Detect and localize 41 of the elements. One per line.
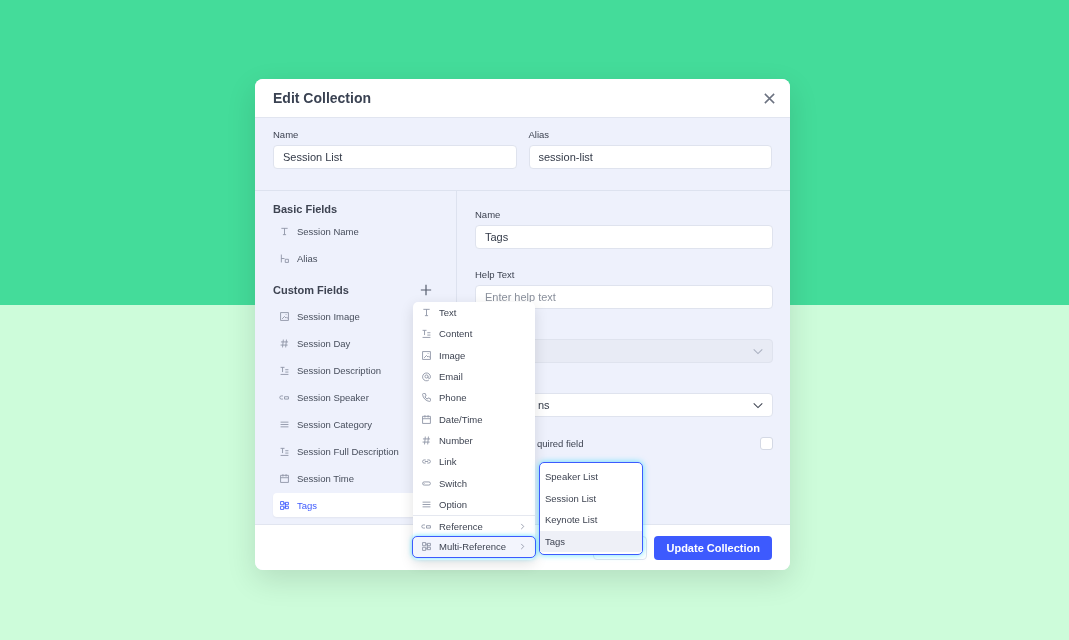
- field-label: Name: [273, 129, 300, 140]
- submenu-item[interactable]: Speaker List: [540, 466, 642, 488]
- close-icon[interactable]: [763, 91, 776, 105]
- required-field-label: quired field: [537, 438, 584, 449]
- submenu-item[interactable]: Session List: [540, 487, 642, 509]
- at-sign-icon: [421, 371, 432, 383]
- image-icon: [421, 349, 432, 361]
- alias-icon: [279, 252, 290, 264]
- required-checkbox[interactable]: [760, 437, 773, 450]
- image-icon: [279, 310, 290, 322]
- menu-item[interactable]: Multi-Reference: [412, 536, 536, 558]
- hash-icon: [421, 434, 432, 446]
- section-heading: Basic Fields: [273, 203, 338, 215]
- section-heading: Custom Fields: [273, 284, 349, 296]
- help-text-input[interactable]: Enter help text: [475, 285, 773, 309]
- letter-t-icon: [279, 225, 290, 237]
- list-icon: [279, 418, 290, 430]
- field-label: Help Text: [475, 269, 516, 280]
- phone-icon: [421, 392, 432, 404]
- list-icon: [421, 498, 432, 510]
- update-collection-button[interactable]: Update Collection: [654, 535, 772, 560]
- submenu-item[interactable]: Keynote List: [540, 509, 642, 531]
- calendar-icon: [421, 413, 432, 425]
- calendar-icon: [279, 472, 290, 484]
- alias-input[interactable]: session-list: [528, 145, 772, 169]
- field-label: Name: [475, 209, 502, 220]
- name-input[interactable]: Session List: [273, 145, 517, 169]
- hash-icon: [279, 337, 290, 349]
- field-label: Alias: [528, 129, 551, 140]
- document-icon: [279, 364, 290, 376]
- multi-reference-icon: [421, 541, 432, 553]
- letter-t-icon: [421, 307, 432, 319]
- submenu-item[interactable]: Tags: [540, 530, 642, 552]
- multi-reference-icon: [279, 499, 290, 511]
- document-icon: [279, 445, 290, 457]
- field-list-item[interactable]: Alias: [273, 246, 440, 270]
- plus-icon[interactable]: [420, 284, 432, 296]
- document-icon: [421, 328, 432, 340]
- dialog-title: Edit Collection: [273, 90, 371, 106]
- field-name-input[interactable]: Tags: [475, 225, 773, 249]
- field-list-item[interactable]: Session Name: [273, 219, 440, 243]
